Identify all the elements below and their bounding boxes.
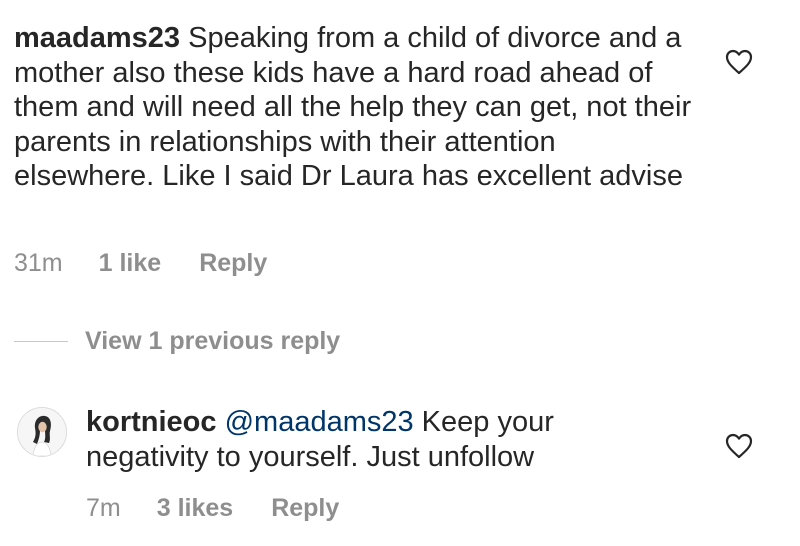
heart-outline-icon[interactable] [725, 49, 753, 75]
reply-timestamp: 7m [86, 494, 121, 522]
avatar[interactable] [17, 407, 67, 457]
reply-body: kortnieoc @maadams23 Keep your negativit… [86, 405, 646, 474]
replies-divider-line [14, 341, 68, 342]
comment-username[interactable]: maadams23 [14, 22, 180, 54]
reply-button[interactable]: Reply [271, 494, 339, 523]
view-previous-replies-button[interactable]: View 1 previous reply [14, 327, 340, 356]
likes-count-button[interactable]: 1 like [99, 249, 162, 278]
reply-meta: 7m 3 likes Reply [86, 494, 339, 523]
avatar-image [18, 408, 66, 456]
comment-meta: 31m 1 like Reply [14, 249, 267, 278]
reply-button[interactable]: Reply [199, 249, 267, 278]
comment-timestamp: 31m [14, 249, 63, 277]
mention-link[interactable]: @maadams23 [225, 406, 414, 438]
reply-username[interactable]: kortnieoc [86, 406, 217, 438]
comment-body: maadams23 Speaking from a child of divor… [14, 21, 694, 194]
likes-count-button[interactable]: 3 likes [157, 494, 233, 523]
heart-outline-icon[interactable] [725, 433, 753, 459]
view-previous-replies-label: View 1 previous reply [85, 327, 341, 355]
